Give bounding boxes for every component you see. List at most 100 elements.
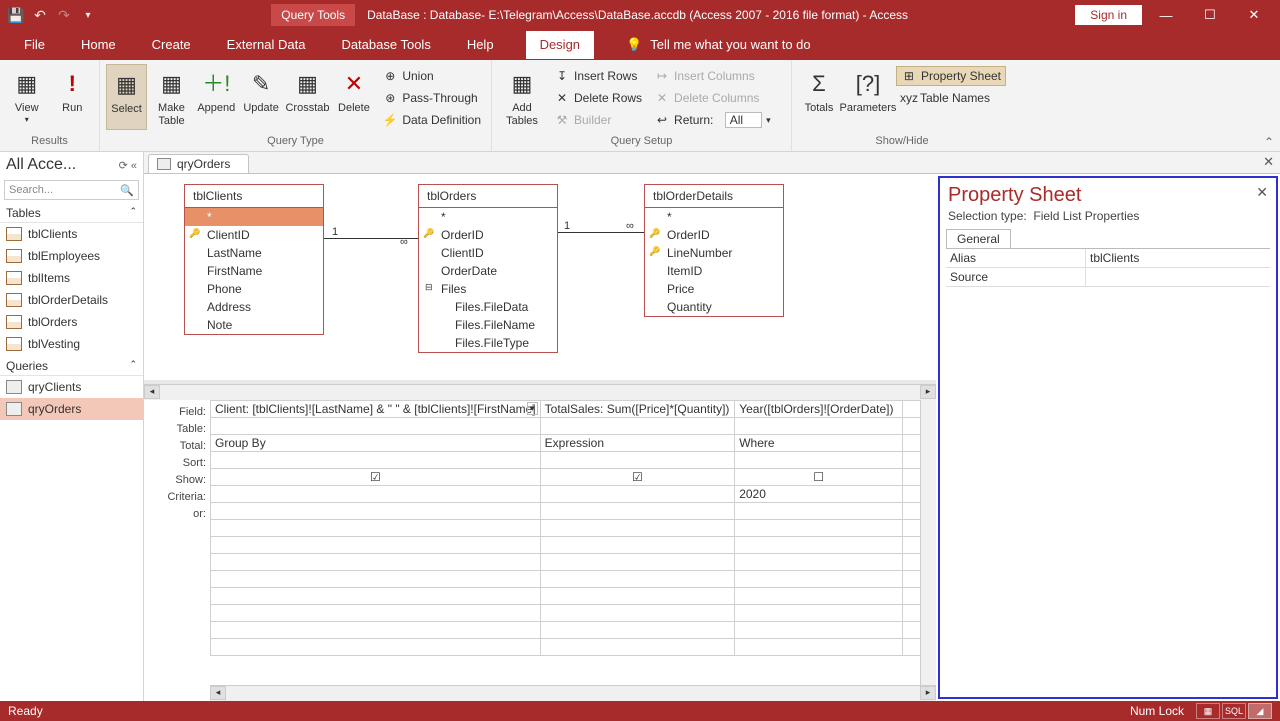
scroll-left-icon[interactable]: ◂	[144, 385, 160, 399]
collapse-ribbon-icon[interactable]: ⌃	[1264, 135, 1274, 149]
scroll-left-icon[interactable]: ◂	[210, 686, 226, 700]
nav-group-queries[interactable]: Queries⌃	[0, 355, 143, 376]
datadef-button[interactable]: ⚡Data Definition	[378, 110, 485, 130]
nav-header[interactable]: All Acce... ⟳ «	[0, 152, 143, 178]
scroll-right-icon[interactable]: ▸	[920, 385, 936, 399]
grid-cell[interactable]	[211, 452, 541, 469]
grid-cell[interactable]	[735, 571, 903, 588]
nav-table-tblvesting[interactable]: tblVesting	[0, 333, 143, 355]
field-phone[interactable]: Phone	[185, 280, 323, 298]
tab-file[interactable]: File	[20, 31, 49, 59]
nav-query-qryorders[interactable]: qryOrders	[0, 398, 143, 420]
grid-cell[interactable]	[211, 503, 541, 520]
grid-cell[interactable]	[735, 554, 903, 571]
nav-query-qryclients[interactable]: qryClients	[0, 376, 143, 398]
tab-create[interactable]: Create	[148, 31, 195, 59]
grid-cell[interactable]: Group By	[211, 435, 541, 452]
field-firstname[interactable]: FirstName	[185, 262, 323, 280]
maximize-button[interactable]: ☐	[1190, 1, 1230, 29]
scroll-right-icon[interactable]: ▸	[920, 686, 936, 700]
union-button[interactable]: ⊕Union	[378, 66, 485, 86]
minimize-button[interactable]: —	[1146, 1, 1186, 29]
grid-cell[interactable]	[211, 622, 541, 639]
grid-cell[interactable]	[211, 554, 541, 571]
grid-cell[interactable]	[211, 605, 541, 622]
view-sql-button[interactable]: SQL	[1222, 703, 1246, 719]
field--[interactable]: *	[419, 208, 557, 226]
grid-cell[interactable]	[211, 571, 541, 588]
field-files[interactable]: Files	[419, 280, 557, 298]
grid-cell[interactable]	[540, 622, 735, 639]
grid-cell[interactable]	[735, 639, 903, 656]
field-files-filename[interactable]: Files.FileName	[419, 316, 557, 334]
diagram-hscroll[interactable]: ◂▸	[144, 384, 936, 400]
table-names-button[interactable]: xyzTable Names	[896, 88, 1006, 108]
nav-table-tblclients[interactable]: tblClients	[0, 223, 143, 245]
grid-cell[interactable]: 2020	[735, 486, 903, 503]
grid-cell[interactable]	[211, 639, 541, 656]
prop-value[interactable]	[1086, 268, 1270, 286]
view-datasheet-button[interactable]: ▦	[1196, 703, 1220, 719]
undo-icon[interactable]: ↶	[32, 7, 48, 23]
tab-external-data[interactable]: External Data	[223, 31, 310, 59]
totals-button[interactable]: ΣTotals	[798, 64, 840, 130]
grid-cell[interactable]	[540, 571, 735, 588]
add-tables-button[interactable]: ▦Add Tables	[498, 64, 546, 130]
table-tblorders[interactable]: tblOrders*OrderIDClientIDOrderDateFilesF…	[418, 184, 558, 353]
update-button[interactable]: ✎Update	[241, 64, 282, 130]
grid-cell[interactable]	[540, 588, 735, 605]
delete-button[interactable]: ✕Delete	[334, 64, 375, 130]
grid-cell[interactable]	[540, 639, 735, 656]
table-tblclients[interactable]: tblClients*ClientIDLastNameFirstNamePhon…	[184, 184, 324, 335]
nav-table-tblitems[interactable]: tblItems	[0, 267, 143, 289]
grid-cell[interactable]	[211, 588, 541, 605]
grid-cell[interactable]	[211, 537, 541, 554]
grid-cell[interactable]	[540, 537, 735, 554]
grid-cell[interactable]	[211, 520, 541, 537]
field-clientid[interactable]: ClientID	[419, 244, 557, 262]
grid-cell[interactable]: ☑	[540, 469, 735, 486]
field-orderid[interactable]: OrderID	[645, 226, 783, 244]
view-design-button[interactable]: ◢	[1248, 703, 1272, 719]
field-quantity[interactable]: Quantity	[645, 298, 783, 316]
grid-cell[interactable]: ☐	[735, 469, 903, 486]
grid-cell[interactable]	[735, 622, 903, 639]
tab-home[interactable]: Home	[77, 31, 120, 59]
grid-cell[interactable]	[735, 418, 903, 435]
tell-me-search[interactable]: 💡 Tell me what you want to do	[622, 31, 815, 60]
grid-cell[interactable]: ☑	[211, 469, 541, 486]
passthrough-button[interactable]: ⊛Pass-Through	[378, 88, 485, 108]
nav-refresh-icon[interactable]: ⟳	[119, 160, 128, 172]
nav-table-tblorderdetails[interactable]: tblOrderDetails	[0, 289, 143, 311]
grid-cell[interactable]	[735, 520, 903, 537]
return-row[interactable]: ↩Return: All▾	[650, 110, 775, 130]
save-icon[interactable]: 💾	[8, 7, 24, 23]
view-button[interactable]: ▦View▾	[6, 64, 48, 130]
crosstab-button[interactable]: ▦Crosstab	[285, 64, 329, 130]
nav-table-tblemployees[interactable]: tblEmployees	[0, 245, 143, 267]
signin-button[interactable]: Sign in	[1075, 5, 1142, 25]
prop-value[interactable]: tblClients	[1086, 249, 1270, 267]
field-files-filetype[interactable]: Files.FileType	[419, 334, 557, 352]
table-header[interactable]: tblOrderDetails	[645, 185, 783, 208]
select-button[interactable]: ▦Select	[106, 64, 147, 130]
grid-cell[interactable]	[540, 418, 735, 435]
doctab-qryorders[interactable]: qryOrders	[148, 154, 249, 173]
field-orderid[interactable]: OrderID	[419, 226, 557, 244]
grid-cell[interactable]	[211, 418, 541, 435]
grid-cell[interactable]: Expression	[540, 435, 735, 452]
tab-design[interactable]: Design	[526, 31, 594, 59]
table-header[interactable]: tblClients	[185, 185, 323, 208]
close-tab-icon[interactable]: ✕	[1263, 154, 1274, 170]
make-table-button[interactable]: ▦Make Table	[151, 64, 192, 130]
delete-rows-button[interactable]: ✕Delete Rows	[550, 88, 646, 108]
grid-cell[interactable]	[735, 452, 903, 469]
field-lastname[interactable]: LastName	[185, 244, 323, 262]
append-button[interactable]: ＋!Append	[196, 64, 237, 130]
query-diagram[interactable]: tblClients * ClientID LastNameFirstNamePhon…	[144, 174, 936, 384]
grid-cell[interactable]	[540, 486, 735, 503]
nav-table-tblorders[interactable]: tblOrders	[0, 311, 143, 333]
table-header[interactable]: tblOrders	[419, 185, 557, 208]
parameters-button[interactable]: [?]Parameters	[844, 64, 892, 130]
insert-rows-button[interactable]: ↧Insert Rows	[550, 66, 646, 86]
